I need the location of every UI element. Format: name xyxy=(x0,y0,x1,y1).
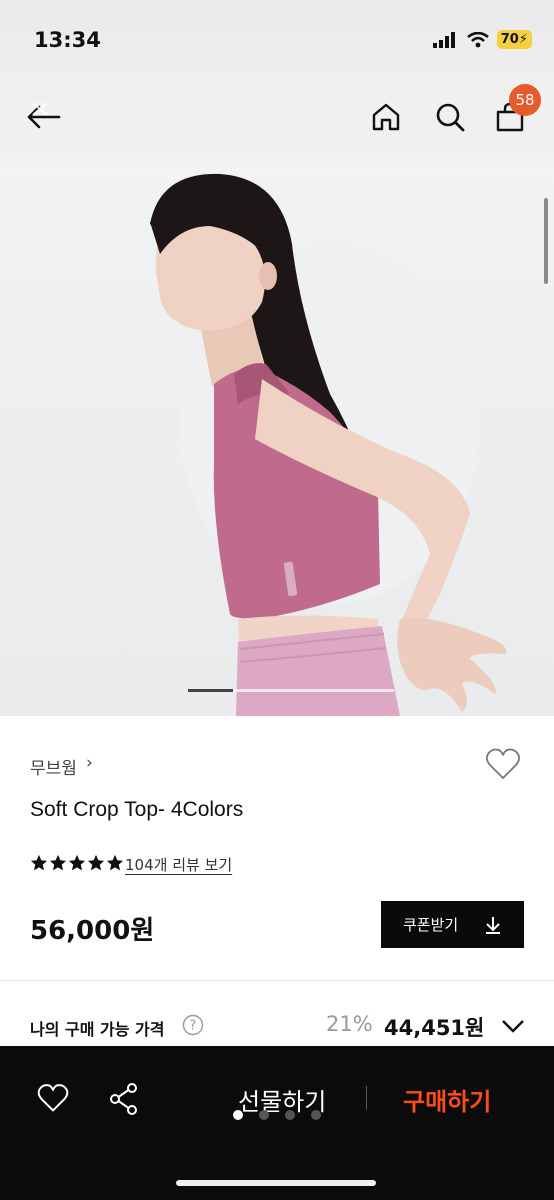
final-price: 44,451원 xyxy=(384,1016,485,1040)
page-dot xyxy=(311,1110,321,1120)
chevron-down-icon[interactable] xyxy=(500,1016,526,1036)
heart-icon xyxy=(37,1084,69,1112)
download-icon xyxy=(486,916,500,934)
home-button[interactable] xyxy=(365,96,407,138)
product-info: 무브웜 › Soft Crop Top- 4Colors 104개 리뷰 보기 … xyxy=(0,716,554,1046)
brand-chevron-icon: › xyxy=(86,753,93,773)
status-time: 13:34 xyxy=(34,28,101,52)
signal-icon xyxy=(432,31,455,48)
search-button[interactable] xyxy=(429,96,471,138)
svg-text:?: ? xyxy=(190,1019,197,1034)
my-price-label: 나의 구매 가능 가격 xyxy=(30,1020,165,1039)
buy-button[interactable]: 구매하기 xyxy=(403,1082,491,1117)
home-icon xyxy=(372,103,400,131)
wishlist-button[interactable] xyxy=(484,746,522,786)
top-nav xyxy=(0,80,554,164)
product-photo xyxy=(150,173,507,716)
product-name: Soft Crop Top- 4Colors xyxy=(30,798,244,821)
heart-icon xyxy=(485,748,521,779)
share-icon xyxy=(110,1083,137,1115)
search-icon xyxy=(436,103,465,132)
star-icon xyxy=(49,854,67,871)
star-icon xyxy=(68,854,86,871)
button-separator xyxy=(366,1086,367,1110)
product-price: 56,000원 xyxy=(30,916,155,946)
product-image-carousel[interactable] xyxy=(0,164,554,716)
home-indicator xyxy=(176,1180,376,1186)
back-arrow-icon xyxy=(27,102,61,129)
status-icons: 70⚡ xyxy=(432,30,532,49)
coupon-button-label: 쿠폰받기 xyxy=(403,916,459,934)
star-icon xyxy=(87,854,105,871)
bottom-purchase-bar: 선물하기 구매하기 xyxy=(0,1046,554,1200)
page-dot xyxy=(285,1110,295,1120)
page-dot xyxy=(233,1110,243,1120)
battery-level: 70 xyxy=(500,32,519,47)
back-button[interactable] xyxy=(22,96,64,138)
bottom-wishlist-button[interactable] xyxy=(36,1082,70,1118)
review-link[interactable]: 104개 리뷰 보기 xyxy=(125,854,232,875)
status-bar: 13:34 70⚡ xyxy=(0,0,554,80)
wifi-icon xyxy=(466,31,489,47)
image-pager xyxy=(188,689,394,692)
star-icon xyxy=(106,854,124,871)
page-scrollbar[interactable] xyxy=(544,198,548,284)
help-icon[interactable]: ? xyxy=(182,1014,204,1036)
image-pager-progress xyxy=(188,689,234,692)
discount-rate: 21% xyxy=(326,1012,373,1036)
rating-stars xyxy=(30,854,124,872)
coupon-button[interactable]: 쿠폰받기 xyxy=(381,901,524,948)
cart-count-badge: 58 xyxy=(509,84,541,116)
brand-link[interactable]: 무브웜 xyxy=(30,754,77,779)
share-button[interactable] xyxy=(108,1082,140,1120)
divider xyxy=(0,980,554,981)
page-dots xyxy=(233,1110,321,1120)
battery-icon: 70⚡ xyxy=(496,30,532,49)
page-dot xyxy=(259,1110,269,1120)
star-icon xyxy=(30,854,48,871)
